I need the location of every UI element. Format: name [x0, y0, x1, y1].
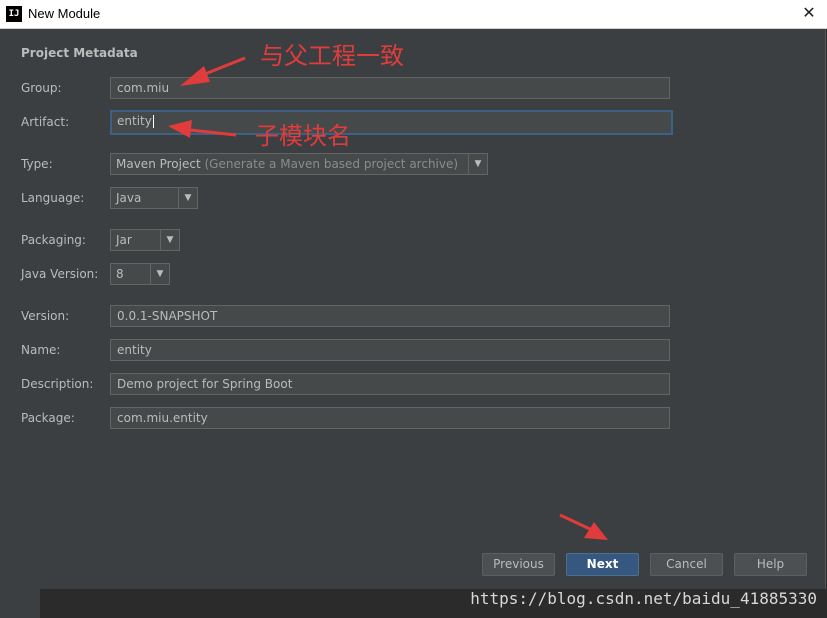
annotation-arrows — [168, 56, 608, 540]
arrow-to-group — [199, 56, 246, 78]
arrow-to-next — [559, 513, 593, 532]
annotation-group-note: 与父工程一致 — [260, 42, 404, 70]
arrowhead-next — [584, 522, 608, 540]
arrow-to-artifact — [189, 128, 237, 137]
arrowhead-artifact — [168, 120, 192, 138]
annotation-artifact-note: 子模块名 — [255, 122, 351, 150]
arrowhead-group — [180, 66, 210, 86]
